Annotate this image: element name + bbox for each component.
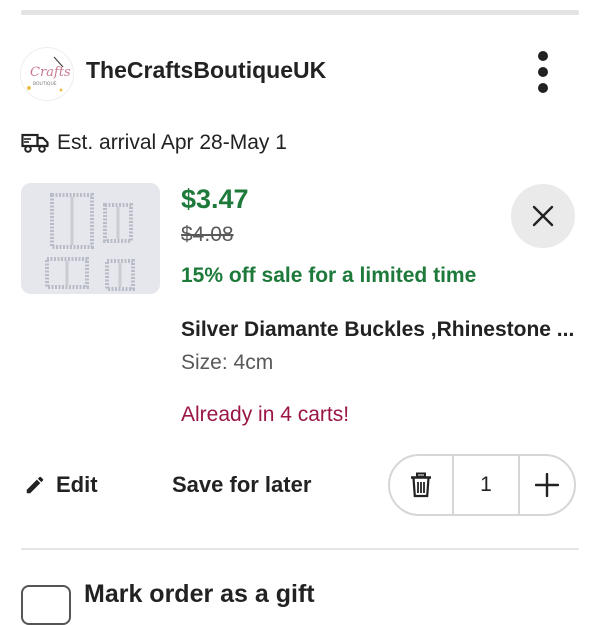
estimated-arrival: Est. arrival Apr 28-May 1 xyxy=(21,131,287,155)
buckles-photo xyxy=(21,183,160,294)
cart-demand-notice: Already in 4 carts! xyxy=(181,403,350,426)
plus-icon xyxy=(535,473,559,497)
edit-label: Edit xyxy=(56,472,98,497)
gift-label[interactable]: Mark order as a gift xyxy=(84,580,315,609)
shop-logo-image: Crafts BOUTIQUE xyxy=(22,49,72,99)
section-divider xyxy=(21,548,579,550)
delivery-truck-icon xyxy=(21,133,49,153)
kebab-menu-icon[interactable] xyxy=(523,44,563,100)
increase-quantity-button[interactable] xyxy=(520,456,574,514)
quantity-stepper: 1 xyxy=(388,454,576,516)
save-for-later-button[interactable]: Save for later xyxy=(172,472,311,498)
product-title-text: Silver Diamante Buckles ,Rhinestone ... xyxy=(181,318,575,341)
close-icon xyxy=(532,205,554,227)
trash-icon xyxy=(411,472,431,498)
product-title[interactable]: Silver Diamante Buckles ,Rhinestone ... xyxy=(181,318,581,342)
pencil-icon xyxy=(26,476,44,494)
arrival-text: Est. arrival Apr 28-May 1 xyxy=(57,131,287,154)
svg-text:BOUTIQUE: BOUTIQUE xyxy=(33,81,57,87)
quantity-value[interactable]: 1 xyxy=(454,456,520,514)
section-divider-top xyxy=(21,10,579,15)
edit-button[interactable]: Edit xyxy=(24,472,98,498)
remove-item-button[interactable] xyxy=(511,184,575,248)
delete-quantity-button[interactable] xyxy=(390,456,454,514)
svg-text:Crafts: Crafts xyxy=(30,65,71,80)
shop-logo[interactable]: Crafts BOUTIQUE xyxy=(20,47,74,101)
sale-notice: 15% off sale for a limited time xyxy=(181,264,477,287)
shop-name[interactable]: TheCraftsBoutiqueUK xyxy=(86,57,326,84)
gift-checkbox[interactable] xyxy=(21,585,71,625)
product-size: Size: 4cm xyxy=(181,351,274,374)
product-image[interactable] xyxy=(21,183,160,294)
original-price: $4.08 xyxy=(181,223,234,246)
current-price: $3.47 xyxy=(181,184,249,214)
